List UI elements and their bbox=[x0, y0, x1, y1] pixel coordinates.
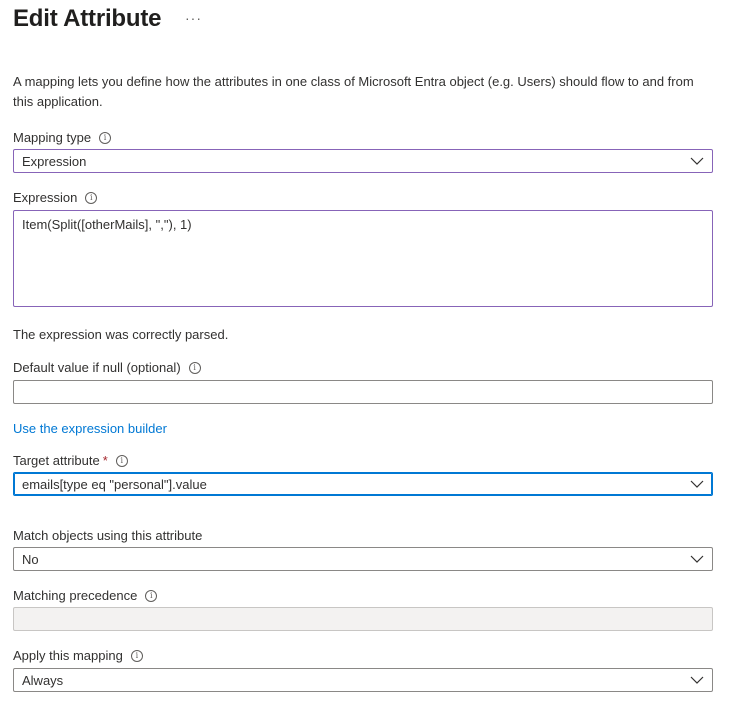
info-icon[interactable]: i bbox=[130, 649, 143, 662]
expression-textarea[interactable]: Item(Split([otherMails], ","), 1) bbox=[13, 210, 713, 307]
target-attribute-value: emails[type eq "personal"].value bbox=[22, 476, 207, 492]
expression-status: The expression was correctly parsed. bbox=[13, 327, 229, 342]
matching-precedence-label-text: Matching precedence bbox=[13, 588, 138, 603]
default-value-label: Default value if null (optional) i bbox=[13, 360, 201, 375]
info-icon[interactable]: i bbox=[85, 191, 98, 204]
target-attribute-label: Target attribute * i bbox=[13, 453, 128, 468]
more-options-button[interactable]: ··· bbox=[185, 10, 202, 26]
default-value-label-text: Default value if null (optional) bbox=[13, 360, 181, 375]
page-title: Edit Attribute bbox=[13, 5, 162, 32]
mapping-type-label-text: Mapping type bbox=[13, 130, 92, 145]
mapping-type-label: Mapping type i bbox=[13, 130, 112, 145]
target-attribute-label-text: Target attribute bbox=[13, 453, 100, 468]
apply-mapping-label: Apply this mapping i bbox=[13, 648, 143, 663]
expression-value: Item(Split([otherMails], ","), 1) bbox=[22, 217, 192, 232]
chevron-down-icon bbox=[682, 473, 712, 495]
target-attribute-dropdown[interactable]: emails[type eq "personal"].value bbox=[13, 472, 713, 496]
chevron-down-icon bbox=[682, 150, 712, 172]
description-text: A mapping lets you define how the attrib… bbox=[13, 74, 694, 109]
default-value-input[interactable] bbox=[13, 380, 713, 404]
apply-mapping-value: Always bbox=[22, 672, 64, 688]
chevron-down-icon bbox=[682, 548, 712, 570]
expression-builder-link[interactable]: Use the expression builder bbox=[13, 421, 167, 436]
apply-mapping-dropdown[interactable]: Always bbox=[13, 668, 713, 692]
info-icon[interactable]: i bbox=[145, 589, 158, 602]
info-icon[interactable]: i bbox=[99, 131, 112, 144]
match-objects-dropdown[interactable]: No bbox=[13, 547, 713, 571]
match-objects-label-text: Match objects using this attribute bbox=[13, 528, 203, 543]
required-marker: * bbox=[102, 453, 108, 468]
info-icon[interactable]: i bbox=[115, 454, 128, 467]
match-objects-label: Match objects using this attribute bbox=[13, 528, 202, 543]
info-icon[interactable]: i bbox=[188, 361, 201, 374]
matching-precedence-label: Matching precedence i bbox=[13, 588, 158, 603]
expression-label-text: Expression bbox=[13, 190, 78, 205]
mapping-type-value: Expression bbox=[22, 153, 87, 169]
match-objects-value: No bbox=[22, 551, 39, 567]
chevron-down-icon bbox=[682, 669, 712, 691]
matching-precedence-input bbox=[13, 607, 713, 631]
apply-mapping-label-text: Apply this mapping bbox=[13, 648, 123, 663]
expression-label: Expression i bbox=[13, 190, 98, 205]
mapping-type-dropdown[interactable]: Expression bbox=[13, 149, 713, 173]
